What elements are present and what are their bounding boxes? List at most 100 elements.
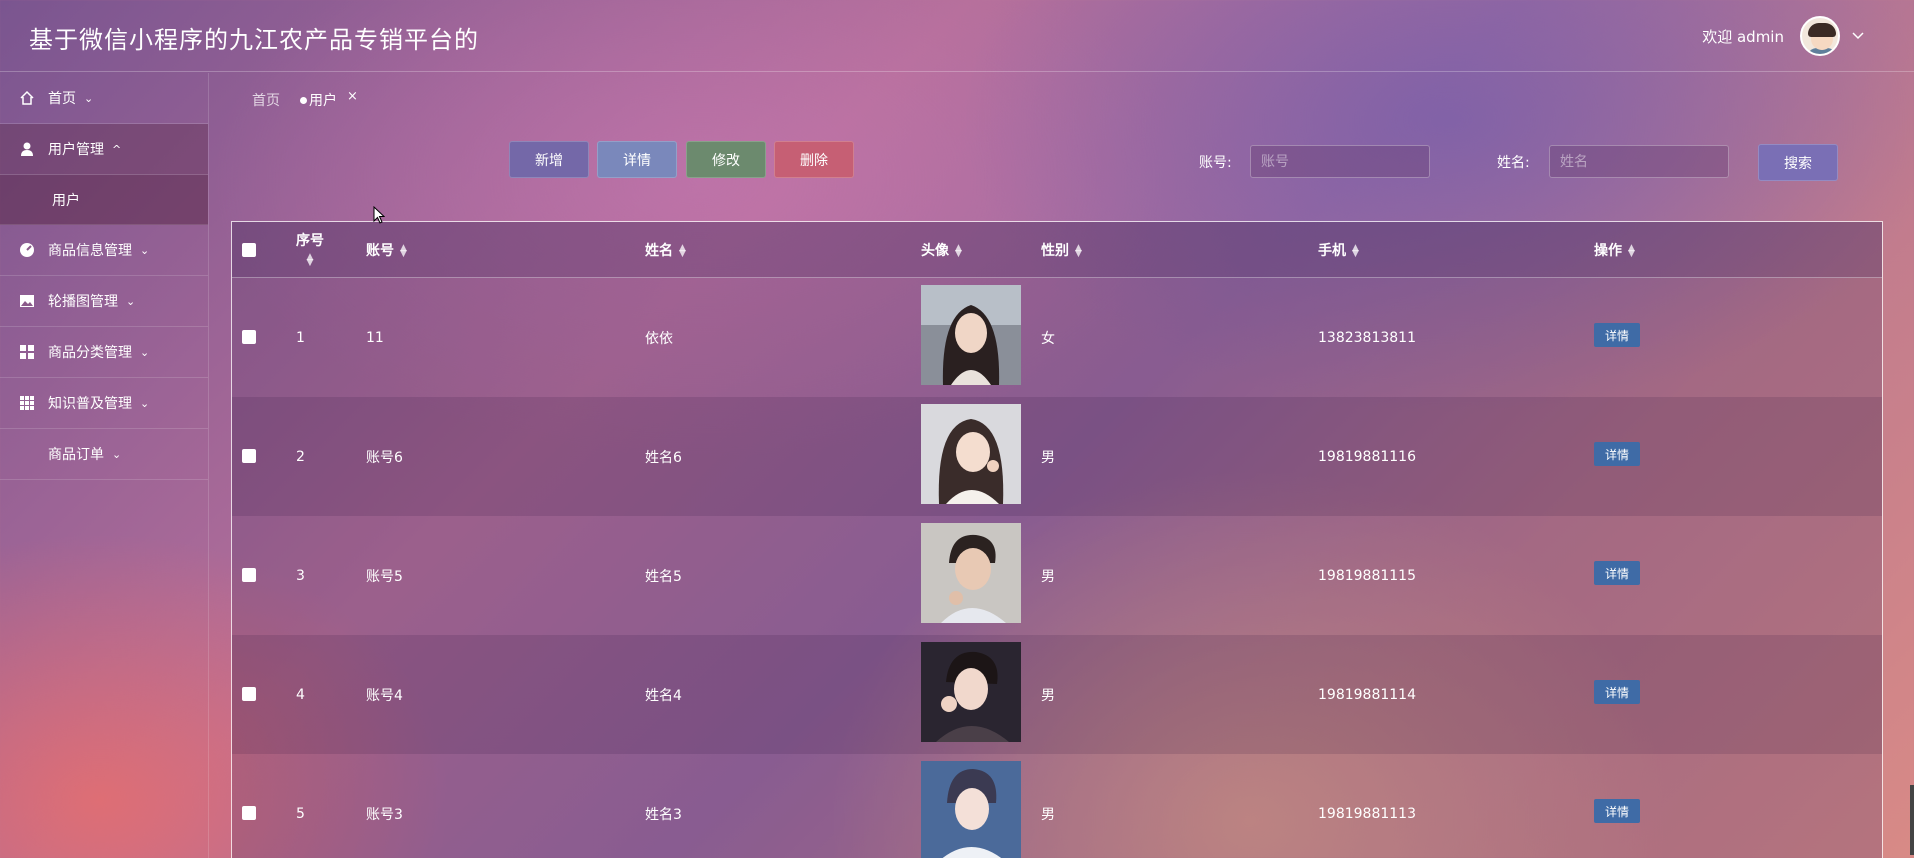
- row-detail-button[interactable]: 详情: [1594, 323, 1640, 347]
- sort-icon[interactable]: ▲ ▼: [296, 253, 324, 268]
- column-header-actions[interactable]: 操作 ▲ ▼: [1594, 240, 1635, 260]
- cell-name: 姓名4: [645, 687, 682, 704]
- cell-name: 姓名3: [645, 806, 682, 823]
- sort-icon[interactable]: ▲ ▼: [1352, 243, 1359, 258]
- breadcrumb: 首页 用户 ×: [252, 89, 358, 110]
- row-detail-button[interactable]: 详情: [1594, 799, 1640, 823]
- cell-account: 账号5: [366, 568, 403, 585]
- top-header: 基于微信小程序的九江农产品专销平台的 欢迎 admin: [0, 0, 1914, 72]
- delete-button[interactable]: 删除: [774, 141, 854, 178]
- cell-gender: 男: [1041, 449, 1055, 466]
- row-checkbox[interactable]: [242, 806, 256, 820]
- add-button[interactable]: 新增: [509, 141, 589, 178]
- sidebar-item-category[interactable]: 商品分类管理 ⌄: [0, 327, 208, 378]
- active-dot-icon: [300, 96, 307, 104]
- sidebar-item-orders[interactable]: 商品订单 ⌄: [0, 429, 208, 480]
- mouse-cursor-icon: [373, 205, 386, 224]
- cell-account: 账号6: [366, 449, 403, 466]
- name-filter-label: 姓名:: [1497, 155, 1530, 171]
- chevron-down-icon: ⌄: [112, 447, 122, 461]
- sidebar-item-label: 用户管理: [48, 142, 104, 158]
- gauge-icon: [18, 241, 36, 259]
- user-menu[interactable]: 欢迎 admin: [1702, 15, 1864, 57]
- row-detail-button[interactable]: 详情: [1594, 442, 1640, 466]
- table-row[interactable]: 3 账号5 姓名5 男 19819881115 详情: [232, 516, 1882, 635]
- table-row[interactable]: 1 11 依依 女 13823813811 详情: [232, 278, 1882, 397]
- cell-name: 姓名6: [645, 449, 682, 466]
- sidebar-item-knowledge[interactable]: 知识普及管理 ⌄: [0, 378, 208, 429]
- cell-seq: 4: [296, 686, 305, 703]
- cell-phone: 19819881116: [1318, 448, 1416, 465]
- cell-account: 账号4: [366, 687, 403, 704]
- column-header-phone[interactable]: 手机 ▲ ▼: [1318, 240, 1359, 260]
- row-checkbox[interactable]: [242, 330, 256, 344]
- sidebar-item-user-management[interactable]: 用户管理 ^: [0, 124, 208, 175]
- sidebar-item-product-info[interactable]: 商品信息管理 ⌄: [0, 225, 208, 276]
- column-header-gender[interactable]: 性别 ▲ ▼: [1041, 240, 1082, 260]
- chevron-down-icon: ⌄: [126, 294, 136, 308]
- chevron-down-icon: ⌄: [140, 396, 150, 410]
- row-checkbox[interactable]: [242, 568, 256, 582]
- search-button[interactable]: 搜索: [1758, 144, 1838, 181]
- cell-account: 账号3: [366, 806, 403, 823]
- user-avatar-image: [921, 285, 1021, 385]
- avatar[interactable]: [1800, 16, 1840, 56]
- users-table: 序号 ▲ ▼ 账号 ▲ ▼ 姓名 ▲ ▼ 头像 ▲ ▼ 性别 ▲ ▼ 手机 ▲ ▼ 操作 ▲ ▼ 1 11…: [231, 221, 1883, 858]
- grid-icon: [18, 343, 36, 361]
- column-header-name[interactable]: 姓名 ▲ ▼: [645, 240, 686, 260]
- tab-home[interactable]: 首页: [252, 90, 280, 110]
- sort-icon[interactable]: ▲ ▼: [400, 243, 407, 258]
- sidebar-subitem-user[interactable]: 用户: [0, 175, 208, 225]
- user-avatar-image: [921, 523, 1021, 623]
- cell-seq: 3: [296, 567, 305, 584]
- picture-icon: [18, 292, 36, 310]
- user-avatar-image: [921, 761, 1021, 858]
- column-header-avatar[interactable]: 头像 ▲ ▼: [921, 240, 962, 260]
- detail-button[interactable]: 详情: [597, 141, 677, 178]
- column-header-account[interactable]: 账号 ▲ ▼: [366, 240, 407, 260]
- sidebar-item-carousel[interactable]: 轮播图管理 ⌄: [0, 276, 208, 327]
- sidebar-item-label: 商品分类管理: [48, 345, 132, 361]
- cell-gender: 男: [1041, 806, 1055, 823]
- chevron-down-icon[interactable]: [1852, 28, 1864, 44]
- sort-icon[interactable]: ▲ ▼: [955, 243, 962, 258]
- chevron-down-icon: ⌄: [140, 243, 150, 257]
- table-row[interactable]: 5 账号3 姓名3 男 19819881113 详情: [232, 754, 1882, 858]
- account-search-input[interactable]: [1250, 145, 1430, 178]
- sidebar-item-home[interactable]: 首页 ⌄: [0, 73, 208, 124]
- chevron-down-icon: ⌄: [84, 91, 94, 105]
- apps-icon: [18, 394, 36, 412]
- page-scrollbar[interactable]: [1910, 785, 1914, 855]
- account-filter-label: 账号:: [1199, 155, 1232, 171]
- table-header: 序号 ▲ ▼ 账号 ▲ ▼ 姓名 ▲ ▼ 头像 ▲ ▼ 性别 ▲ ▼ 手机 ▲ ▼ 操作 ▲ ▼: [232, 222, 1882, 278]
- column-header-seq[interactable]: 序号 ▲ ▼: [296, 230, 324, 268]
- table-row[interactable]: 2 账号6 姓名6 男 19819881116 详情: [232, 397, 1882, 516]
- cell-seq: 1: [296, 329, 305, 346]
- cell-name: 姓名5: [645, 568, 682, 585]
- name-search-input[interactable]: [1549, 145, 1729, 178]
- sidebar: 首页 ⌄ 用户管理 ^ 用户 商品信息管理 ⌄ 轮播图管理 ⌄ 商品分类管理 ⌄: [0, 73, 209, 858]
- sort-icon[interactable]: ▲ ▼: [1075, 243, 1082, 258]
- cell-seq: 5: [296, 805, 305, 822]
- close-icon[interactable]: ×: [347, 89, 358, 104]
- sort-icon[interactable]: ▲ ▼: [679, 243, 686, 258]
- edit-button[interactable]: 修改: [686, 141, 766, 178]
- sort-icon[interactable]: ▲ ▼: [1628, 243, 1635, 258]
- user-avatar-image: [921, 404, 1021, 504]
- chevron-down-icon: ⌄: [140, 345, 150, 359]
- select-all-checkbox[interactable]: [242, 243, 256, 257]
- sidebar-item-label: 首页: [48, 91, 76, 107]
- row-detail-button[interactable]: 详情: [1594, 561, 1640, 585]
- cell-name: 依依: [645, 330, 673, 347]
- row-checkbox[interactable]: [242, 687, 256, 701]
- tab-user[interactable]: 用户 ×: [300, 89, 358, 110]
- sidebar-item-label: 知识普及管理: [48, 396, 132, 412]
- sidebar-item-label: 商品信息管理: [48, 243, 132, 259]
- cell-seq: 2: [296, 448, 305, 465]
- row-detail-button[interactable]: 详情: [1594, 680, 1640, 704]
- row-checkbox[interactable]: [242, 449, 256, 463]
- table-row[interactable]: 4 账号4 姓名4 男 19819881114 详情: [232, 635, 1882, 754]
- cell-phone: 19819881114: [1318, 686, 1416, 703]
- cell-phone: 19819881113: [1318, 805, 1416, 822]
- sidebar-item-label: 商品订单: [48, 447, 104, 463]
